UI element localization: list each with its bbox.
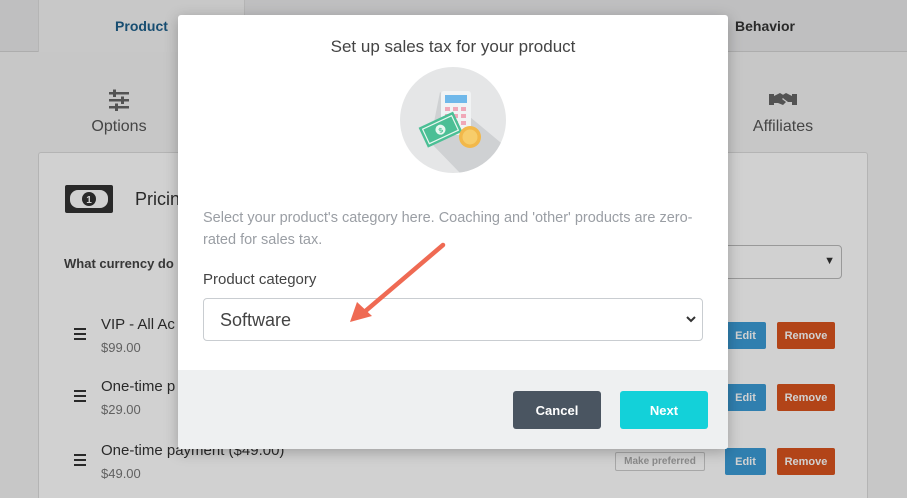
- calculator-cash-icon: $: [400, 67, 506, 173]
- next-button[interactable]: Next: [620, 391, 708, 429]
- modal-footer: Cancel Next: [178, 370, 728, 449]
- chevron-down-icon: [686, 316, 696, 323]
- arrow-annotation: [350, 242, 446, 322]
- product-category-value: Software: [220, 310, 292, 330]
- product-category-label: Product category: [203, 271, 317, 288]
- sales-tax-modal: Set up sales tax for your product $ Sele…: [178, 15, 728, 449]
- cancel-button[interactable]: Cancel: [513, 391, 601, 429]
- modal-title: Set up sales tax for your product: [330, 37, 576, 56]
